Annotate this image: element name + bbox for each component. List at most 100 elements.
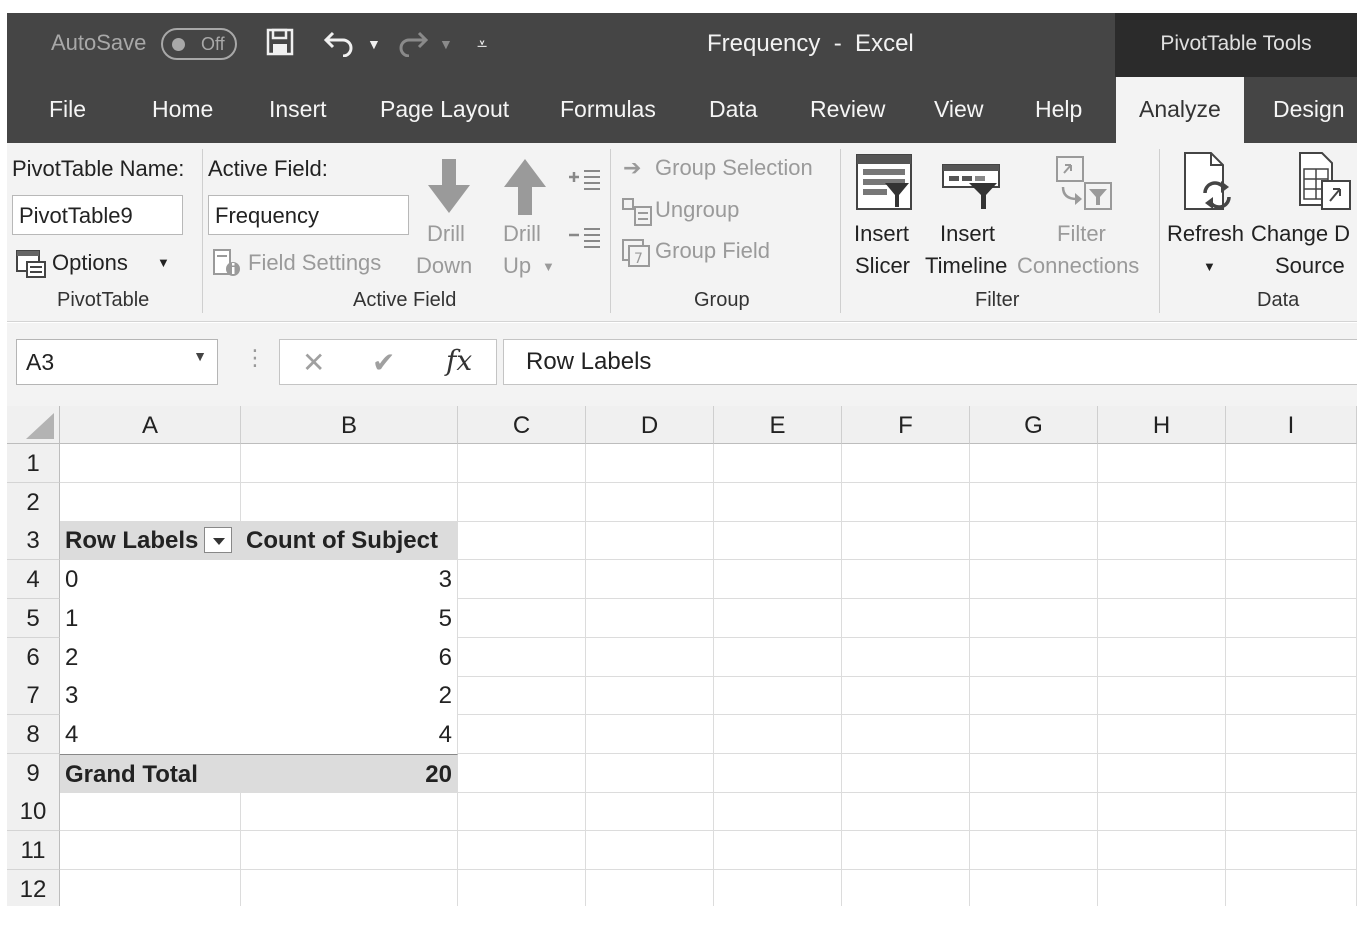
cell[interactable] [970, 560, 1098, 599]
cell[interactable] [714, 715, 842, 754]
cell[interactable] [842, 638, 970, 677]
name-box[interactable]: A3 ▼ [16, 339, 218, 385]
column-header[interactable]: B [241, 406, 458, 444]
save-icon[interactable] [265, 27, 295, 61]
pivot-count-value[interactable]: 5 [241, 599, 458, 638]
cell[interactable] [586, 599, 714, 638]
cell[interactable] [458, 754, 586, 793]
cell[interactable] [714, 444, 842, 483]
column-header[interactable]: D [586, 406, 714, 444]
cell[interactable] [458, 792, 586, 831]
pivot-count-header[interactable]: Count of Subject [241, 521, 458, 560]
cell[interactable] [714, 560, 842, 599]
cell[interactable] [1226, 715, 1357, 754]
cell[interactable] [1098, 444, 1226, 483]
row-header[interactable]: 1 [7, 444, 60, 483]
cell[interactable] [458, 521, 586, 560]
column-header[interactable]: A [60, 406, 241, 444]
cell[interactable] [241, 831, 458, 870]
cell[interactable] [1098, 483, 1226, 522]
cell[interactable] [458, 870, 586, 906]
undo-icon[interactable] [323, 27, 357, 61]
filter-dropdown-icon[interactable] [204, 526, 233, 553]
cell[interactable] [586, 638, 714, 677]
column-header[interactable]: C [458, 406, 586, 444]
cell[interactable] [1098, 715, 1226, 754]
cell[interactable] [714, 792, 842, 831]
cell[interactable] [458, 483, 586, 522]
cell[interactable] [1226, 831, 1357, 870]
cell[interactable] [842, 792, 970, 831]
cell[interactable] [970, 483, 1098, 522]
row-header[interactable]: 4 [7, 560, 60, 599]
pivot-count-value[interactable]: 3 [241, 560, 458, 599]
cell[interactable] [1226, 754, 1357, 793]
tab-help[interactable]: Help [1035, 96, 1082, 123]
cell[interactable] [970, 831, 1098, 870]
cell[interactable] [1098, 599, 1226, 638]
cell[interactable] [970, 792, 1098, 831]
pivot-row-labels-header[interactable]: Row Labels [60, 521, 241, 560]
cell[interactable] [970, 754, 1098, 793]
cell[interactable] [1226, 676, 1357, 715]
insert-function-icon[interactable]: fx [446, 344, 472, 377]
cell[interactable] [458, 676, 586, 715]
pivot-row-label[interactable]: 4 [60, 715, 241, 754]
cell[interactable] [970, 638, 1098, 677]
worksheet-grid[interactable]: A B C D E F G H I 1 2 3 Row Labels Count of … [7, 406, 1357, 906]
cell[interactable] [60, 483, 241, 522]
pivot-count-value[interactable]: 4 [241, 715, 458, 754]
cell[interactable] [1098, 792, 1226, 831]
cell[interactable] [586, 870, 714, 906]
cell[interactable] [714, 870, 842, 906]
pivottable-name-input[interactable]: PivotTable9 [12, 195, 183, 235]
column-header[interactable]: H [1098, 406, 1226, 444]
cell[interactable] [60, 831, 241, 870]
pivot-count-value[interactable]: 6 [241, 638, 458, 677]
cell[interactable] [586, 483, 714, 522]
change-data-source-button[interactable]: Change D Source [1251, 151, 1357, 287]
cell[interactable] [714, 521, 842, 560]
row-header[interactable]: 10 [7, 792, 60, 831]
column-header[interactable]: G [970, 406, 1098, 444]
cell[interactable] [714, 754, 842, 793]
cell[interactable] [60, 792, 241, 831]
tab-analyze[interactable]: Analyze [1116, 77, 1244, 143]
cell[interactable] [1098, 754, 1226, 793]
cell[interactable] [1098, 676, 1226, 715]
tab-insert[interactable]: Insert [269, 96, 327, 123]
cell[interactable] [842, 444, 970, 483]
cell[interactable] [1098, 870, 1226, 906]
cell[interactable] [842, 483, 970, 522]
cell[interactable] [1226, 599, 1357, 638]
column-header[interactable]: E [714, 406, 842, 444]
cell[interactable] [586, 792, 714, 831]
cell[interactable] [1226, 638, 1357, 677]
cell[interactable] [842, 715, 970, 754]
cell[interactable] [970, 715, 1098, 754]
cell[interactable] [586, 831, 714, 870]
grand-total-value[interactable]: 20 [241, 754, 458, 793]
tab-file[interactable]: File [49, 96, 86, 123]
cell[interactable] [842, 870, 970, 906]
tab-page-layout[interactable]: Page Layout [380, 96, 509, 123]
cell[interactable] [1226, 870, 1357, 906]
pivot-row-label[interactable]: 0 [60, 560, 241, 599]
cell[interactable] [586, 676, 714, 715]
tab-home[interactable]: Home [152, 96, 213, 123]
customize-qat-icon[interactable]: ⩡ [477, 27, 487, 61]
cell[interactable] [586, 754, 714, 793]
cell[interactable] [714, 831, 842, 870]
cell[interactable] [1226, 521, 1357, 560]
select-all-button[interactable] [7, 406, 60, 444]
cell[interactable] [458, 444, 586, 483]
cell[interactable] [842, 599, 970, 638]
cell[interactable] [1226, 483, 1357, 522]
cell[interactable] [586, 560, 714, 599]
tab-design[interactable]: Design [1273, 96, 1345, 123]
undo-dropdown-icon[interactable]: ▼ [367, 27, 381, 61]
cell[interactable] [714, 483, 842, 522]
row-header[interactable]: 7 [7, 676, 60, 715]
cell[interactable] [714, 676, 842, 715]
cell[interactable] [842, 521, 970, 560]
